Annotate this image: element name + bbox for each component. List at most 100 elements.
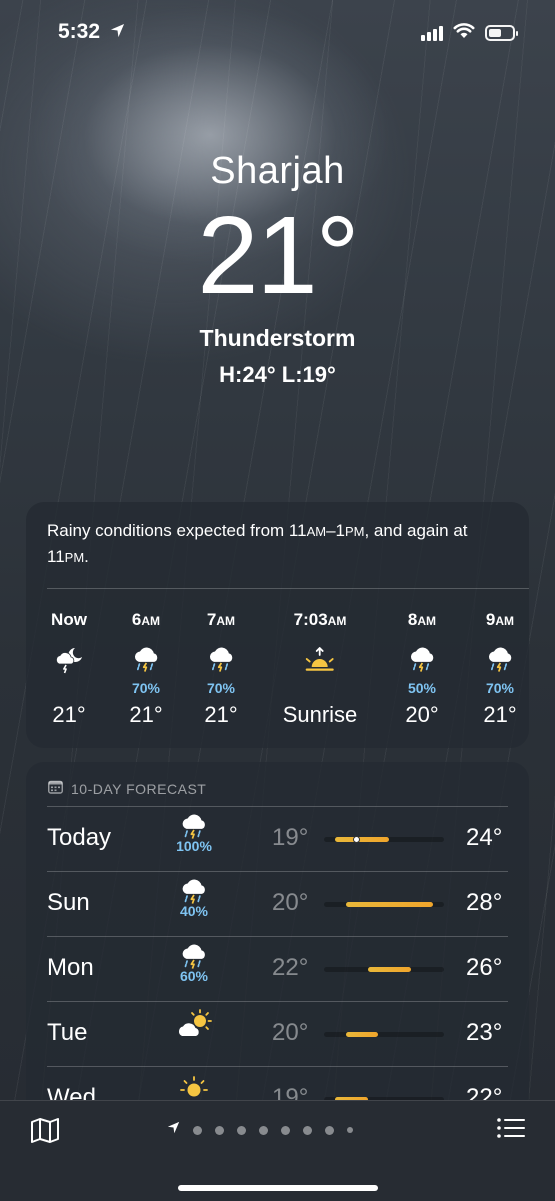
precip-chance: 60% [179, 967, 209, 984]
current-temperature: 21° [197, 194, 359, 317]
current-condition: Thunderstorm [199, 325, 356, 351]
cloud-bolt-rain-icon [204, 638, 237, 682]
divider [47, 1066, 508, 1067]
high-temp: 28° [466, 889, 503, 916]
temp-range-fill [367, 967, 412, 972]
temp-range-bar [324, 1032, 444, 1037]
cloud-bolt-rain-icon: 100% [174, 814, 214, 854]
forecast-day: Today [47, 824, 112, 851]
bottom-toolbar [0, 1100, 555, 1201]
forecast-heading: 10-DAY FORECAST [48, 780, 206, 797]
hourly-item: 7AM 70% 21° [204, 610, 237, 728]
temp-range-fill [345, 902, 434, 907]
hour-label: 6AM [131, 610, 161, 629]
current-location-page-icon[interactable] [167, 1121, 180, 1139]
hour-label: 7AM [206, 610, 236, 629]
forecast-row[interactable]: Sun 40% 20° 28° [26, 871, 529, 936]
page-dot[interactable] [281, 1125, 290, 1135]
hour-label: 9AM [485, 610, 515, 629]
forecast-heading-text: 10-DAY FORECAST [71, 780, 207, 797]
divider [47, 936, 508, 937]
hour-temp: 20° [405, 702, 439, 727]
forecast-row[interactable]: Mon 60% 22° 26° [26, 936, 529, 1001]
hour-label: 8AM [407, 610, 437, 629]
moon-cloud-lightning-icon [51, 638, 87, 682]
low-temp: 20° [272, 1019, 309, 1046]
precip-chance [283, 680, 358, 698]
precip-chance [51, 680, 87, 698]
temp-range-bar [324, 902, 444, 907]
hourly-forecast-card[interactable]: Rainy conditions expected from 11AM–1PM,… [26, 502, 529, 748]
cloud-bolt-rain-icon: 60% [174, 944, 214, 984]
divider [47, 806, 508, 807]
precip-chance: 40% [179, 902, 209, 919]
page-dot[interactable] [303, 1125, 312, 1135]
high-temp: 26° [466, 954, 503, 981]
high-temp: 23° [466, 1019, 503, 1046]
hour-label: 7:03AM [293, 610, 347, 629]
hourly-item: 6AM 70% 21° [129, 610, 162, 728]
list-icon[interactable] [497, 1117, 525, 1144]
sunrise-icon [283, 638, 358, 682]
hour-label: Now [51, 610, 87, 629]
cloud-bolt-rain-icon: 40% [174, 879, 214, 919]
page-dot[interactable] [325, 1125, 334, 1135]
status-time-text: 5:32 [58, 20, 101, 43]
precip-chance: 50% [407, 680, 437, 696]
temp-range-bar [324, 836, 444, 843]
page-dot[interactable] [259, 1125, 268, 1135]
high-temp: 24° [466, 824, 503, 851]
hour-temp: 21° [129, 702, 163, 727]
cellular-signal-icon [421, 25, 443, 41]
high-low-temps: H:24° L:19° [219, 362, 336, 387]
cloud-bolt-rain-icon [483, 638, 516, 682]
hourly-item: 8AM 50% 20° [405, 610, 438, 728]
map-icon[interactable] [30, 1117, 60, 1148]
status-time: 5:32 [58, 20, 125, 44]
hourly-item: Now 21° [51, 610, 87, 728]
forecast-row[interactable]: Tue 20° 23° [26, 1001, 529, 1066]
hourly-item: 9AM 70% 21° [483, 610, 516, 728]
precip-chance: 70% [206, 680, 236, 696]
hour-temp: 21° [52, 702, 86, 727]
forecast-row[interactable]: Today 100% 19° 24° [26, 806, 529, 871]
hourly-item: 7:03AM Sunrise [283, 610, 358, 728]
hour-temp: 21° [204, 702, 238, 727]
precip-chance: 70% [485, 680, 515, 696]
calendar-icon [48, 780, 63, 797]
low-temp: 19° [272, 824, 309, 851]
divider [47, 1001, 508, 1002]
temp-range-bar [324, 967, 444, 972]
temp-range-fill [334, 837, 390, 842]
sun-icon [174, 1074, 214, 1102]
ten-day-forecast-card[interactable]: 10-DAY FORECAST Today 100% 19° 24° Sun 40% 20°… [26, 762, 529, 1122]
page-dot[interactable] [347, 1127, 353, 1133]
home-indicator [178, 1185, 378, 1191]
page-dot[interactable] [237, 1125, 246, 1135]
precip-chance: 100% [176, 837, 212, 854]
forecast-day: Tue [47, 1019, 88, 1046]
low-temp: 20° [272, 889, 309, 916]
divider [47, 871, 508, 872]
cloud-bolt-rain-icon [405, 638, 438, 682]
battery-icon [485, 25, 518, 41]
temp-range-fill [345, 1032, 379, 1037]
hourly-summary: Rainy conditions expected from 11AM–1PM,… [47, 521, 468, 566]
hour-temp: Sunrise [282, 702, 358, 727]
location-arrow-icon [110, 23, 125, 42]
forecast-day: Mon [47, 954, 94, 981]
sun-cloud-icon [174, 1009, 214, 1037]
hour-temp: 21° [483, 702, 517, 727]
page-dot[interactable] [193, 1125, 202, 1135]
page-dot[interactable] [215, 1125, 224, 1135]
current-weather-header: Sharjah 21° Thunderstorm H:24° L:19° [0, 150, 555, 388]
city-name: Sharjah [210, 150, 345, 192]
page-indicator[interactable] [167, 1121, 353, 1139]
precip-chance: 70% [131, 680, 161, 696]
divider [47, 588, 529, 589]
cloud-bolt-rain-icon [129, 638, 162, 682]
forecast-day: Sun [47, 889, 90, 916]
low-temp: 22° [272, 954, 309, 981]
wifi-icon [453, 22, 475, 44]
status-icons [421, 22, 518, 44]
